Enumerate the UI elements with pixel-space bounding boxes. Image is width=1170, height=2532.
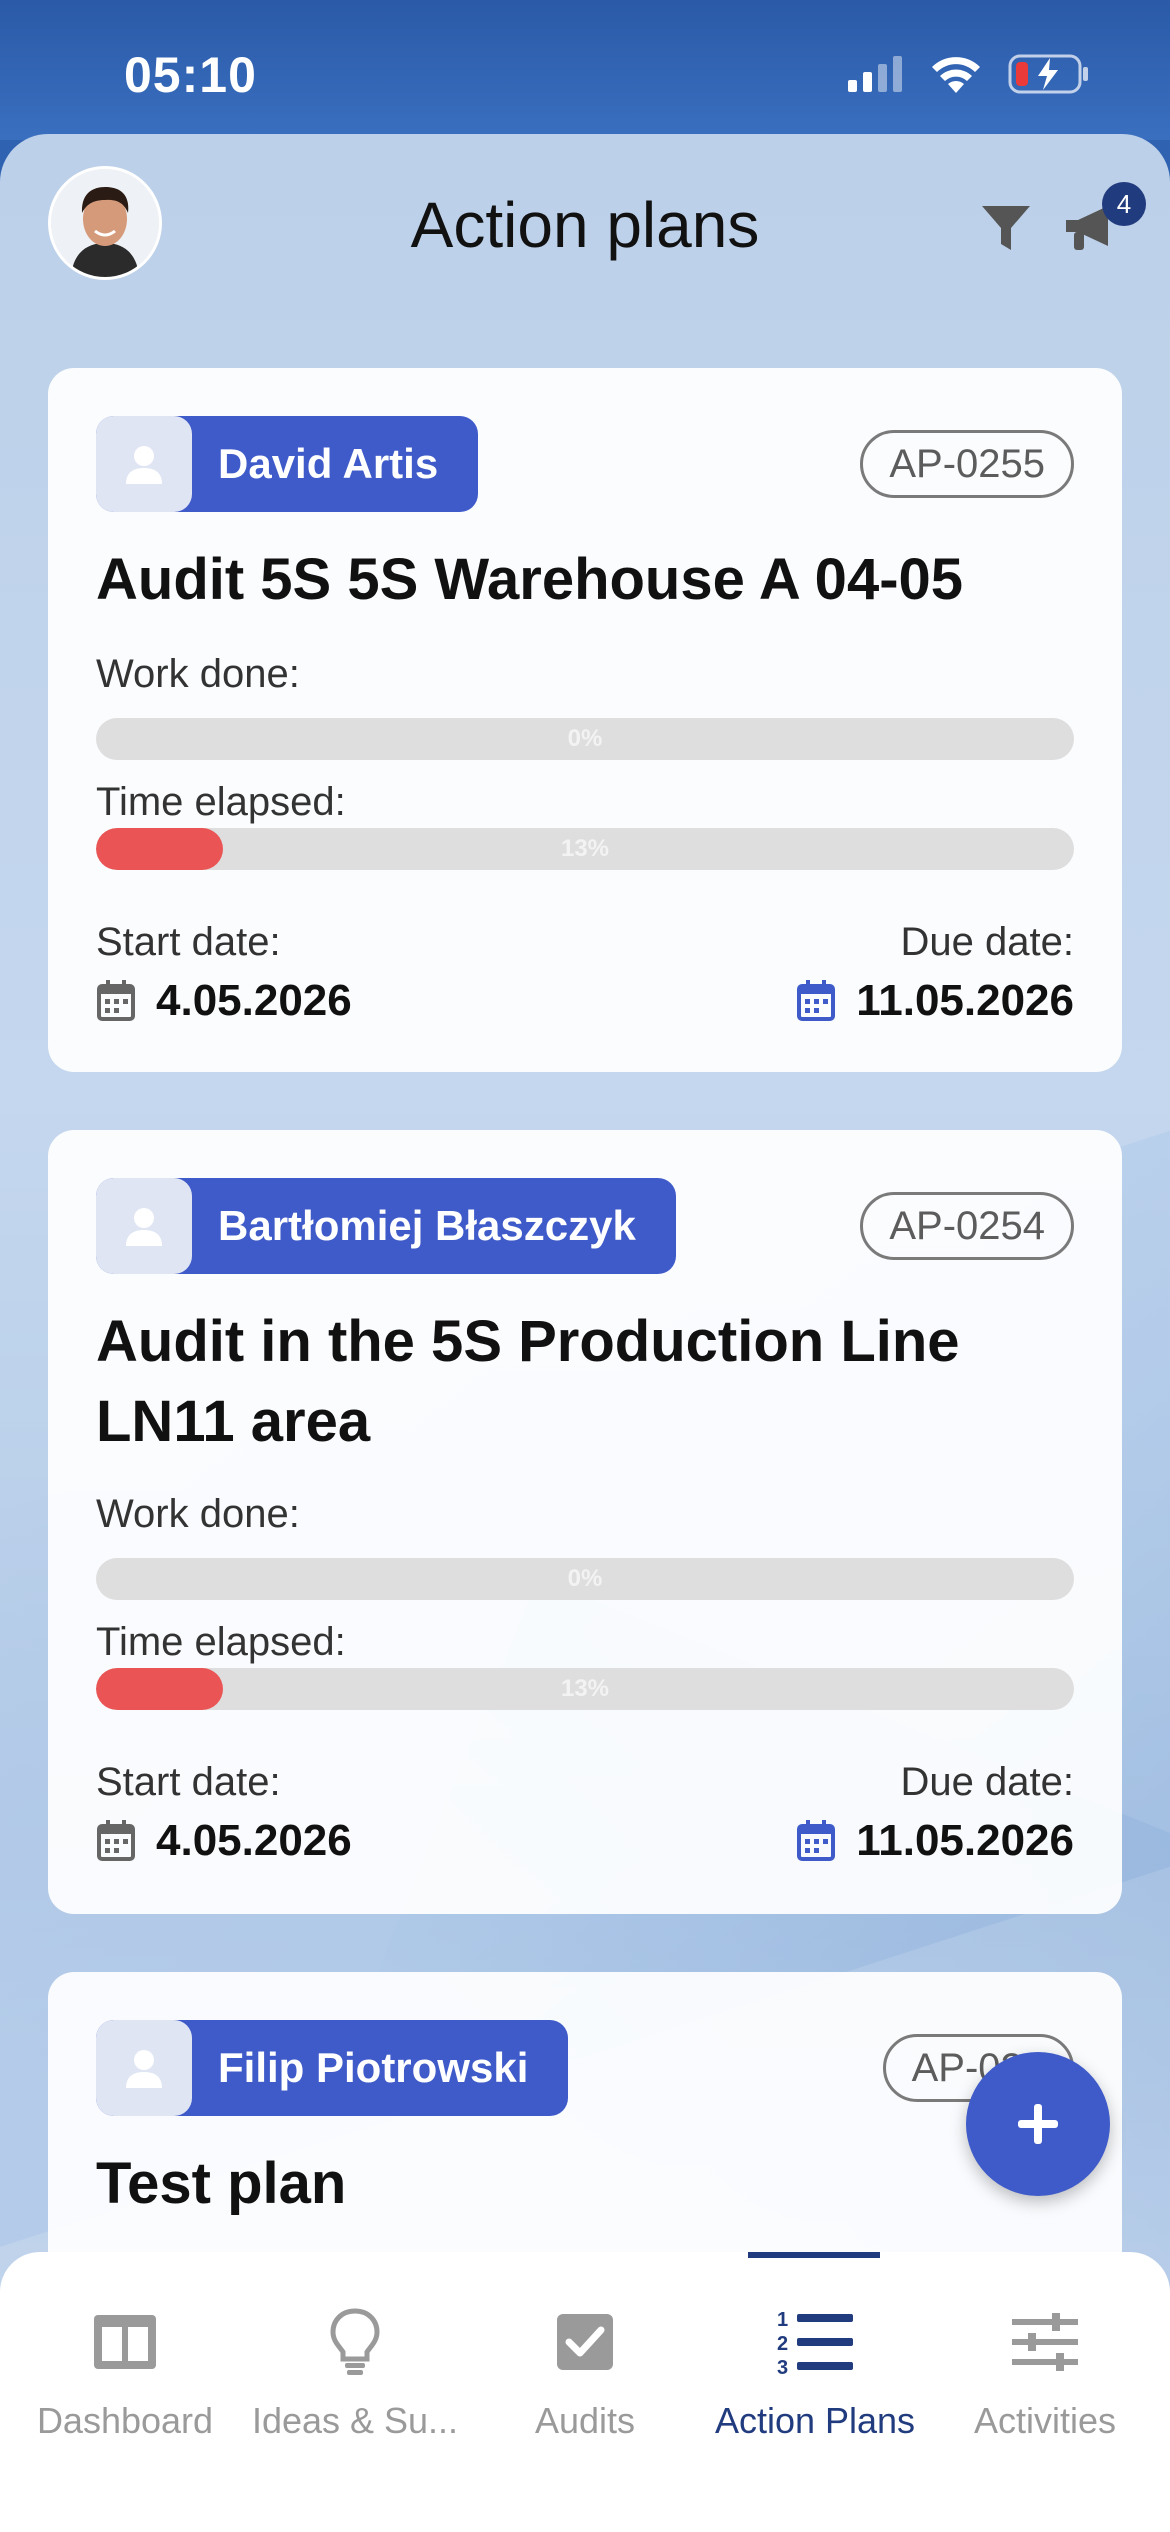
lightbulb-icon (330, 2308, 380, 2375)
status-icons (848, 54, 1090, 94)
due-date-label: Due date: (900, 1760, 1074, 1804)
plan-code: AP-0255 (860, 430, 1074, 498)
time-elapsed-label: Time elapsed: (96, 780, 346, 824)
start-date-label: Start date: (96, 1760, 281, 1804)
assignee-avatar (96, 416, 192, 512)
work-done-bar: 0% (96, 718, 1074, 760)
work-done-percent: 0% (567, 725, 603, 752)
plan-title: Audit in the 5S Production Line LN11 are… (96, 1309, 960, 1454)
due-date-value: 11.05.2026 (856, 1816, 1074, 1865)
due-date-label: Due date: (900, 920, 1074, 964)
person-icon (126, 1208, 162, 1246)
assignee-name: Bartłomiej Błaszczyk (218, 1202, 636, 1249)
notification-badge: 4 (1102, 182, 1146, 226)
due-date: 11.05.2026 (796, 1816, 1074, 1866)
work-done-bar: 0% (96, 1558, 1074, 1600)
cellular-signal-icon (848, 56, 902, 92)
active-tab-indicator (748, 2252, 880, 2258)
time-elapsed-label: Time elapsed: (96, 1620, 346, 1664)
svg-text:3: 3 (777, 2357, 788, 2378)
calendar-icon (797, 980, 836, 1021)
plan-title: Audit 5S 5S Warehouse A 04-05 (96, 547, 964, 612)
assignee-avatar (96, 2020, 192, 2116)
calendar-icon (97, 1820, 135, 1861)
status-bar: 05:10 (0, 0, 1170, 140)
battery-icon (1008, 54, 1088, 94)
tab-label: Ideas & Su... (251, 2400, 459, 2441)
work-done-percent: 0% (567, 1565, 603, 1592)
tab-label: Activities (973, 2400, 1117, 2441)
tab-audits[interactable]: Audits (470, 2302, 700, 2442)
assignee-chip: David Artis (96, 416, 479, 512)
sliders-icon (1012, 2313, 1078, 2371)
svg-text:1: 1 (777, 2309, 788, 2331)
wifi-icon (932, 57, 980, 93)
due-date-value: 11.05.2026 (856, 976, 1074, 1025)
assignee-name: David Artis (218, 440, 439, 487)
header: Action plans 4 (0, 134, 1170, 364)
tab-dashboard[interactable]: Dashboard (10, 2302, 240, 2442)
time-elapsed-percent: 13% (560, 1675, 610, 1702)
status-time: 05:10 (124, 47, 257, 103)
assignee-chip: Filip Piotrowski (96, 2020, 569, 2116)
tab-activities[interactable]: Activities (930, 2302, 1160, 2442)
filter-button[interactable] (978, 200, 1034, 256)
work-done-label: Work done: (96, 652, 300, 696)
tab-label: Dashboard (36, 2400, 214, 2441)
calendar-icon (797, 1820, 836, 1861)
due-date: 11.05.2026 (796, 976, 1074, 1026)
time-elapsed-percent: 13% (560, 835, 610, 862)
numbered-list-icon: 123 (777, 2309, 853, 2378)
person-icon (126, 446, 162, 484)
assignee-avatar (96, 1178, 192, 1274)
start-date: 4.05.2026 (96, 1816, 352, 1866)
time-elapsed-bar: 13% (96, 1668, 1074, 1710)
bottom-tab-bar: Dashboard Ideas & Su... Audits 123 Actio… (0, 2252, 1170, 2532)
person-icon (126, 2050, 162, 2088)
action-plan-card[interactable]: David Artis AP-0255 Audit 5S 5S Warehous… (48, 368, 1122, 1072)
tab-action-plans[interactable]: 123 Action Plans (700, 2302, 930, 2442)
filter-icon (982, 206, 1030, 250)
work-done-label: Work done: (96, 1492, 300, 1536)
plus-icon (1018, 2104, 1058, 2144)
svg-text:2: 2 (777, 2333, 788, 2355)
start-date-value: 4.05.2026 (156, 976, 352, 1025)
assignee-chip: Bartłomiej Błaszczyk (96, 1178, 676, 1274)
plan-code: AP-0254 (860, 1192, 1074, 1260)
start-date-value: 4.05.2026 (156, 1816, 352, 1865)
start-date-label: Start date: (96, 920, 281, 964)
start-date: 4.05.2026 (96, 976, 352, 1026)
plan-title: Test plan (96, 2151, 347, 2216)
time-elapsed-bar: 13% (96, 828, 1074, 870)
tab-ideas[interactable]: Ideas & Su... (240, 2302, 470, 2442)
tab-label: Audits (534, 2400, 636, 2441)
action-plan-card[interactable]: Bartłomiej Błaszczyk AP-0254 Audit in th… (48, 1130, 1122, 1914)
add-action-plan-button[interactable] (966, 2052, 1110, 2196)
checkbox-icon (557, 2314, 613, 2370)
tab-label: Action Plans (714, 2400, 916, 2441)
calendar-icon (97, 980, 135, 1021)
dashboard-icon (94, 2315, 156, 2369)
assignee-name: Filip Piotrowski (218, 2044, 529, 2091)
